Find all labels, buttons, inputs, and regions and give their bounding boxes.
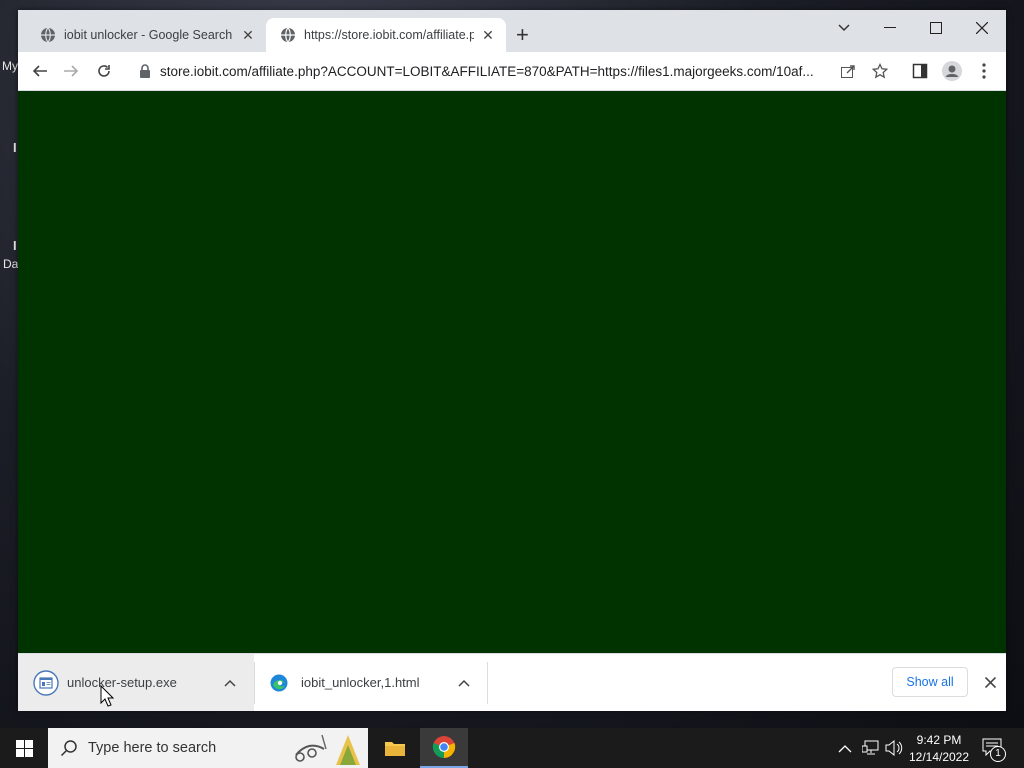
chevron-down-icon — [838, 24, 850, 32]
desktop-icon-label-da: Da — [3, 257, 19, 271]
clock-date: 12/14/2022 — [908, 750, 970, 764]
clock-time: 9:42 PM — [916, 733, 962, 747]
action-center-button[interactable]: 1 — [980, 738, 1010, 762]
volume-button[interactable] — [885, 739, 903, 761]
desktop-icon-label-my: My — [2, 59, 18, 73]
minimize-icon — [884, 27, 896, 28]
notification-count: 1 — [995, 748, 1001, 759]
start-button[interactable] — [0, 728, 48, 768]
mouse-cursor-icon — [100, 685, 114, 707]
search-placeholder: Type here to search — [88, 740, 217, 756]
side-panel-button[interactable] — [909, 60, 931, 82]
page-content[interactable] — [18, 91, 1006, 653]
download-filename: unlocker-setup.exe — [67, 675, 177, 690]
star-icon — [872, 63, 888, 79]
taskbar-search-box[interactable]: Type here to search — [48, 728, 368, 768]
close-icon — [984, 676, 996, 688]
browser-toolbar: store.iobit.com/affiliate.php?ACCOUNT=LO… — [18, 52, 1006, 91]
tab-title: iobit unlocker - Google Search — [64, 28, 233, 42]
minimize-button[interactable] — [870, 14, 910, 42]
show-all-downloads-button[interactable]: Show all — [892, 667, 968, 697]
download-item[interactable]: unlocker-setup.exe — [18, 654, 254, 711]
taskbar-chrome[interactable] — [420, 728, 468, 768]
desktop-icon-fragment: I — [13, 238, 17, 253]
tab-search-button[interactable] — [824, 14, 864, 42]
network-button[interactable] — [861, 740, 880, 761]
clock[interactable]: 9:42 PM 12/14/2022 — [906, 730, 972, 766]
chrome-window: iobit unlocker - Google Search ✕ https:/… — [18, 10, 1006, 711]
close-window-button[interactable] — [962, 14, 1002, 42]
back-button[interactable] — [29, 60, 51, 82]
close-tab-icon[interactable]: ✕ — [240, 27, 256, 44]
taskbar-file-explorer[interactable] — [372, 728, 418, 768]
profile-button[interactable] — [941, 60, 963, 82]
side-panel-icon — [912, 63, 928, 79]
forward-arrow-icon — [64, 65, 79, 77]
download-filename: iobit_unlocker,1.html — [301, 675, 420, 690]
profile-avatar-icon — [942, 61, 962, 81]
edge-icon — [270, 674, 288, 691]
globe-icon — [281, 27, 295, 43]
share-icon — [841, 65, 855, 78]
tab-strip: iobit unlocker - Google Search ✕ https:/… — [18, 10, 1006, 52]
tab-title: https://store.iobit.com/affiliate.p — [304, 28, 474, 42]
reload-button[interactable] — [93, 60, 115, 82]
maximize-button[interactable] — [916, 14, 956, 42]
windows-logo-icon — [15, 739, 33, 757]
tab-google-search[interactable]: iobit unlocker - Google Search ✕ — [26, 18, 266, 52]
search-highlight-illustration-icon — [295, 734, 360, 765]
installer-file-icon — [33, 669, 59, 696]
close-icon — [976, 22, 988, 34]
close-download-shelf-button[interactable] — [980, 672, 1000, 692]
divider — [487, 662, 488, 704]
chrome-icon — [432, 736, 456, 758]
download-shelf: unlocker-setup.exe iobit_unlocker,1.html… — [18, 653, 1006, 711]
chrome-menu-button[interactable] — [973, 60, 995, 82]
chevron-up-icon[interactable] — [224, 679, 236, 687]
share-button[interactable] — [837, 60, 859, 82]
chevron-up-icon[interactable] — [458, 679, 470, 687]
download-item[interactable]: iobit_unlocker,1.html — [255, 654, 487, 711]
back-arrow-icon — [32, 65, 47, 77]
notification-count-badge: 1 — [990, 746, 1006, 762]
globe-icon — [41, 27, 55, 43]
bookmark-star-button[interactable] — [869, 60, 891, 82]
search-icon — [60, 740, 77, 757]
kebab-menu-icon — [982, 63, 986, 79]
forward-button[interactable] — [60, 60, 82, 82]
speaker-icon — [885, 739, 903, 757]
chevron-up-icon — [838, 745, 852, 753]
address-bar[interactable]: store.iobit.com/affiliate.php?ACCOUNT=LO… — [160, 63, 828, 81]
show-hidden-icons-button[interactable] — [838, 740, 854, 756]
maximize-icon — [930, 22, 942, 34]
network-icon — [861, 740, 879, 755]
reload-icon — [98, 65, 110, 77]
lock-icon[interactable] — [138, 63, 152, 79]
tab-iobit-store[interactable]: https://store.iobit.com/affiliate.p ✕ — [266, 18, 506, 52]
desktop-icon-fragment: I — [13, 140, 17, 155]
windows-taskbar: Type here to search 9:42 PM 12/14/2022 1 — [0, 728, 1024, 768]
new-tab-button[interactable]: + — [516, 24, 529, 46]
close-tab-icon[interactable]: ✕ — [480, 27, 496, 44]
folder-icon — [385, 742, 405, 756]
